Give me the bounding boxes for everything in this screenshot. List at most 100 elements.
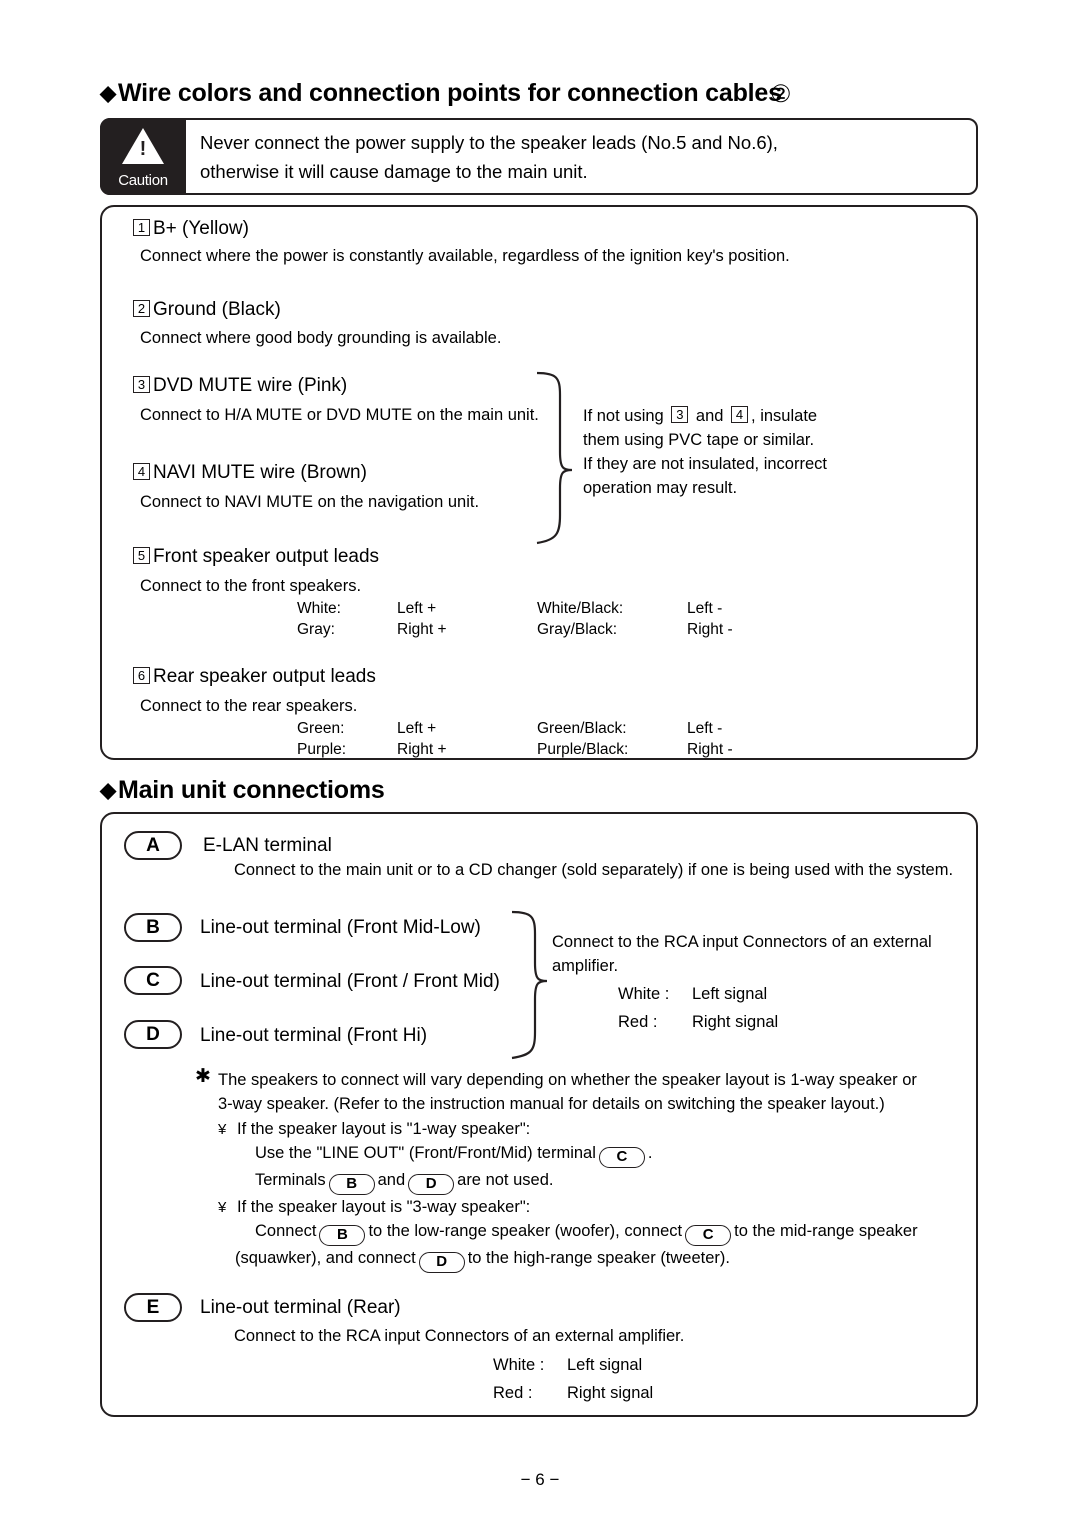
bullet-1-block: ¥ If the speaker layout is "1-way speake… [218, 1117, 959, 1195]
insulate-note: If not using 3 and 4, insulate them usin… [583, 404, 903, 500]
yen-bullet-icon-2: ¥ [218, 1199, 227, 1216]
number-badge-4: 4 [133, 463, 150, 480]
front-color-1-0: Gray: [297, 621, 335, 638]
pill-inline-b-2: B [319, 1225, 366, 1246]
table-row: Gray: Right + Gray/Black: Right - [297, 619, 733, 640]
front-color-1-3: Right - [687, 621, 733, 638]
bcd-note-line-2: amplifier. [552, 957, 619, 975]
front-color-table: White: Left + White/Black: Left - Gray: … [297, 598, 733, 640]
pill-inline-d-1: D [408, 1174, 455, 1195]
bcd-white-value: Left signal [692, 985, 768, 1003]
bcd-white-label: White : [618, 985, 670, 1003]
number-badge-6: 6 [133, 667, 150, 684]
e-red-value: Right signal [567, 1384, 654, 1402]
terminal-title-c: Line-out terminal (Front / Front Mid) [200, 971, 500, 992]
table-row: Red : Right signal [492, 1379, 654, 1407]
wire-item-title-4: 4 NAVI MUTE wire (Brown) [133, 462, 367, 484]
pill-inline-d-2: D [418, 1252, 465, 1273]
terminal-badge-a: A [124, 831, 182, 860]
wire-item-body-5: Connect to the front speakers. [140, 577, 362, 595]
e-signal-table: White : Left signal Red : Right signal [492, 1351, 832, 1407]
front-color-0-2: White/Black: [537, 600, 624, 617]
rear-color-0-2: Green/Black: [537, 720, 627, 737]
e-white-value: Left signal [567, 1356, 643, 1374]
star-note-block: ✱ The speakers to connect will vary depe… [195, 1066, 959, 1116]
rear-color-1-3: Right - [687, 741, 733, 758]
terminal-body-e: Connect to the RCA input Connectors of a… [234, 1327, 685, 1345]
wire-item-title-5: 5 Front speaker output leads [133, 546, 379, 568]
star-note-line-2: 3-way speaker. (Refer to the instruction… [218, 1095, 885, 1113]
bcd-note-line-1: Connect to the RCA input Connectors of a… [552, 933, 932, 951]
wire-item-body-2: Connect where good body grounding is ava… [140, 329, 502, 347]
wire-item-body-3: Connect to H/A MUTE or DVD MUTE on the m… [140, 406, 539, 424]
rear-color-1-2: Purple/Black: [537, 741, 629, 758]
front-color-0-1: Left + [397, 600, 437, 617]
insulate-note-line-4: operation may result. [583, 479, 738, 497]
e-white-label: White : [493, 1356, 545, 1374]
main-unit-heading: ◆Main unit connectioms [100, 776, 385, 805]
wire-item-title-2: 2 Ground (Black) [133, 299, 281, 321]
table-row: White : Left signal [617, 980, 779, 1008]
number-badge-inline-3: 3 [671, 406, 689, 423]
wire-item-body-1: Connect where the power is constantly av… [140, 247, 790, 265]
diamond-bullet-icon: ◆ [100, 82, 116, 105]
number-badge-3: 3 [133, 376, 150, 393]
document-page: ◆Wire colors and connection points for c… [0, 0, 1080, 1528]
bcd-red-value: Right signal [692, 1013, 779, 1031]
terminal-title-a: E-LAN terminal [203, 835, 332, 856]
wire-item-title-3: 3 DVD MUTE wire (Pink) [133, 375, 347, 397]
caution-line-1: Never connect the power supply to the sp… [200, 132, 778, 153]
number-badge-5: 5 [133, 547, 150, 564]
bullet-2-line-1: Connect Bto the low-range speaker (woofer… [255, 1219, 959, 1246]
e-signal-rows: White : Left signal Red : Right signal [492, 1351, 654, 1407]
bcd-note: Connect to the RCA input Connectors of a… [552, 930, 972, 978]
caution-badge: ! Caution [100, 118, 186, 195]
star-note-line-1: The speakers to connect will vary depend… [218, 1071, 917, 1089]
table-row: White: Left + White/Black: Left - [297, 598, 733, 619]
terminal-title-e: Line-out terminal (Rear) [200, 1297, 401, 1318]
bullet-1-line-2: Terminals Band Dare not used. [255, 1168, 959, 1195]
speaker-layout-note: ✱ The speakers to connect will vary depe… [195, 1066, 959, 1273]
table-row: Red : Right signal [617, 1008, 779, 1036]
table-row: Green: Left + Green/Black: Left - [297, 718, 733, 739]
caution-label: Caution [118, 172, 168, 189]
front-color-1-1: Right + [397, 621, 447, 638]
rear-color-0-0: Green: [297, 720, 345, 737]
bullet-2-block: ¥ If the speaker layout is "3-way speake… [218, 1195, 959, 1273]
bullet-2-head: If the speaker layout is "3-way speaker"… [237, 1198, 531, 1216]
pill-inline-c-2: C [685, 1225, 732, 1246]
bcd-red-label: Red : [618, 1013, 658, 1031]
terminal-badge-d: D [124, 1020, 182, 1049]
e-red-label: Red : [493, 1384, 533, 1402]
exclamation-icon: ! [139, 138, 147, 160]
page-title: ◆Wire colors and connection points for c… [100, 79, 782, 108]
bullet-1-head: If the speaker layout is "1-way speaker"… [237, 1120, 531, 1138]
caution-text: Never connect the power supply to the sp… [200, 128, 960, 186]
insulate-note-line-3: If they are not insulated, incorrect [583, 455, 827, 473]
front-speaker-color-table: White: Left + White/Black: Left - Gray: … [297, 598, 733, 640]
page-title-text: Wire colors and connection points for co… [117, 79, 782, 107]
front-color-1-2: Gray/Black: [537, 621, 618, 638]
rear-color-0-1: Left + [397, 720, 437, 737]
insulate-note-line-1: If not using 3 and 4, insulate [583, 406, 818, 425]
wire-item-title-6: 6 Rear speaker output leads [133, 666, 376, 688]
terminal-body-a: Connect to the main unit or to a CD chan… [234, 861, 954, 879]
rear-color-0-3: Left - [687, 720, 723, 737]
wire-item-body-6: Connect to the rear speakers. [140, 697, 358, 715]
front-color-0-0: White: [297, 600, 341, 617]
rear-color-1-1: Right + [397, 741, 447, 758]
yen-bullet-icon-1: ¥ [218, 1121, 227, 1138]
wire-item-body-4: Connect to NAVI MUTE on the navigation u… [140, 493, 480, 511]
bcd-signal-rows: White : Left signal Red : Right signal [617, 980, 779, 1036]
bcd-signal-table: White : Left signal Red : Right signal [617, 980, 957, 1036]
table-row: Purple: Right + Purple/Black: Right - [297, 739, 733, 760]
terminal-title-b: Line-out terminal (Front Mid-Low) [200, 917, 481, 938]
table-row: White : Left signal [492, 1351, 654, 1379]
terminal-badge-e: E [124, 1293, 182, 1322]
caution-line-2: otherwise it will cause damage to the ma… [200, 161, 588, 182]
terminal-badge-c: C [124, 966, 182, 995]
rear-color-table: Green: Left + Green/Black: Left - Purple… [297, 718, 733, 760]
number-badge-1: 1 [133, 219, 150, 236]
wire-item-title-1: 1 B+ (Yellow) [133, 218, 249, 240]
bullet-1-line-1: Use the "LINE OUT" (Front/Front/Mid) ter… [255, 1141, 959, 1168]
